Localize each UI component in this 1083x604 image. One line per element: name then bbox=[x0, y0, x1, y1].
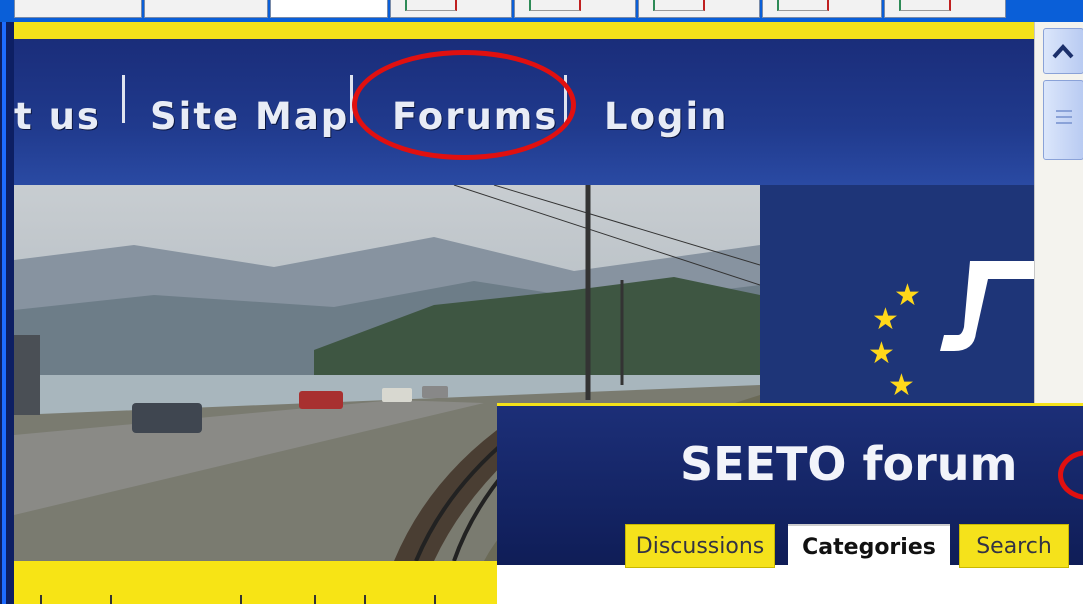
seeto-logo-icon bbox=[940, 261, 1034, 351]
browser-tab[interactable] bbox=[144, 0, 268, 18]
star-icon: ★ bbox=[872, 302, 899, 337]
browser-tab[interactable] bbox=[390, 0, 512, 18]
nav-site-map-link[interactable]: Site Map bbox=[150, 95, 349, 138]
tab-thumbnail bbox=[899, 0, 951, 11]
browser-tab-strip bbox=[0, 0, 1083, 22]
window-left-edge bbox=[0, 22, 14, 604]
forum-inset-panel: SEETO forum Discussions Categories Searc… bbox=[497, 403, 1083, 604]
tab-thumbnail bbox=[405, 0, 457, 11]
scroll-thumb[interactable] bbox=[1043, 80, 1083, 160]
nav-about-us-link[interactable]: t us bbox=[14, 95, 101, 138]
browser-tab[interactable] bbox=[762, 0, 882, 18]
star-icon: ★ bbox=[888, 368, 915, 403]
grip-icon bbox=[1056, 110, 1072, 124]
tab-search[interactable]: Search bbox=[959, 524, 1069, 568]
browser-tab[interactable] bbox=[638, 0, 760, 18]
highlight-annotation bbox=[352, 50, 576, 160]
nav-separator bbox=[122, 75, 125, 123]
chevron-up-icon bbox=[1052, 44, 1074, 59]
logo-panel: ★ ★ ★ ★ bbox=[760, 185, 1034, 403]
scroll-up-button[interactable] bbox=[1043, 28, 1083, 74]
browser-tab[interactable] bbox=[14, 0, 142, 18]
browser-tab[interactable] bbox=[514, 0, 636, 18]
browser-tab[interactable] bbox=[884, 0, 1006, 18]
forum-title: SEETO forum bbox=[680, 437, 1018, 491]
nav-login-link[interactable]: Login bbox=[604, 95, 729, 138]
tab-categories[interactable]: Categories bbox=[788, 524, 950, 568]
footer-strip bbox=[14, 561, 497, 604]
tab-thumbnail bbox=[529, 0, 581, 11]
forum-header: SEETO forum Discussions Categories Searc… bbox=[497, 403, 1083, 568]
browser-tab-active[interactable] bbox=[270, 0, 388, 18]
header-accent-line bbox=[14, 22, 1034, 39]
tab-thumbnail bbox=[653, 0, 705, 11]
star-icon: ★ bbox=[868, 336, 895, 371]
tab-thumbnail bbox=[777, 0, 829, 11]
tab-discussions[interactable]: Discussions bbox=[625, 524, 775, 568]
